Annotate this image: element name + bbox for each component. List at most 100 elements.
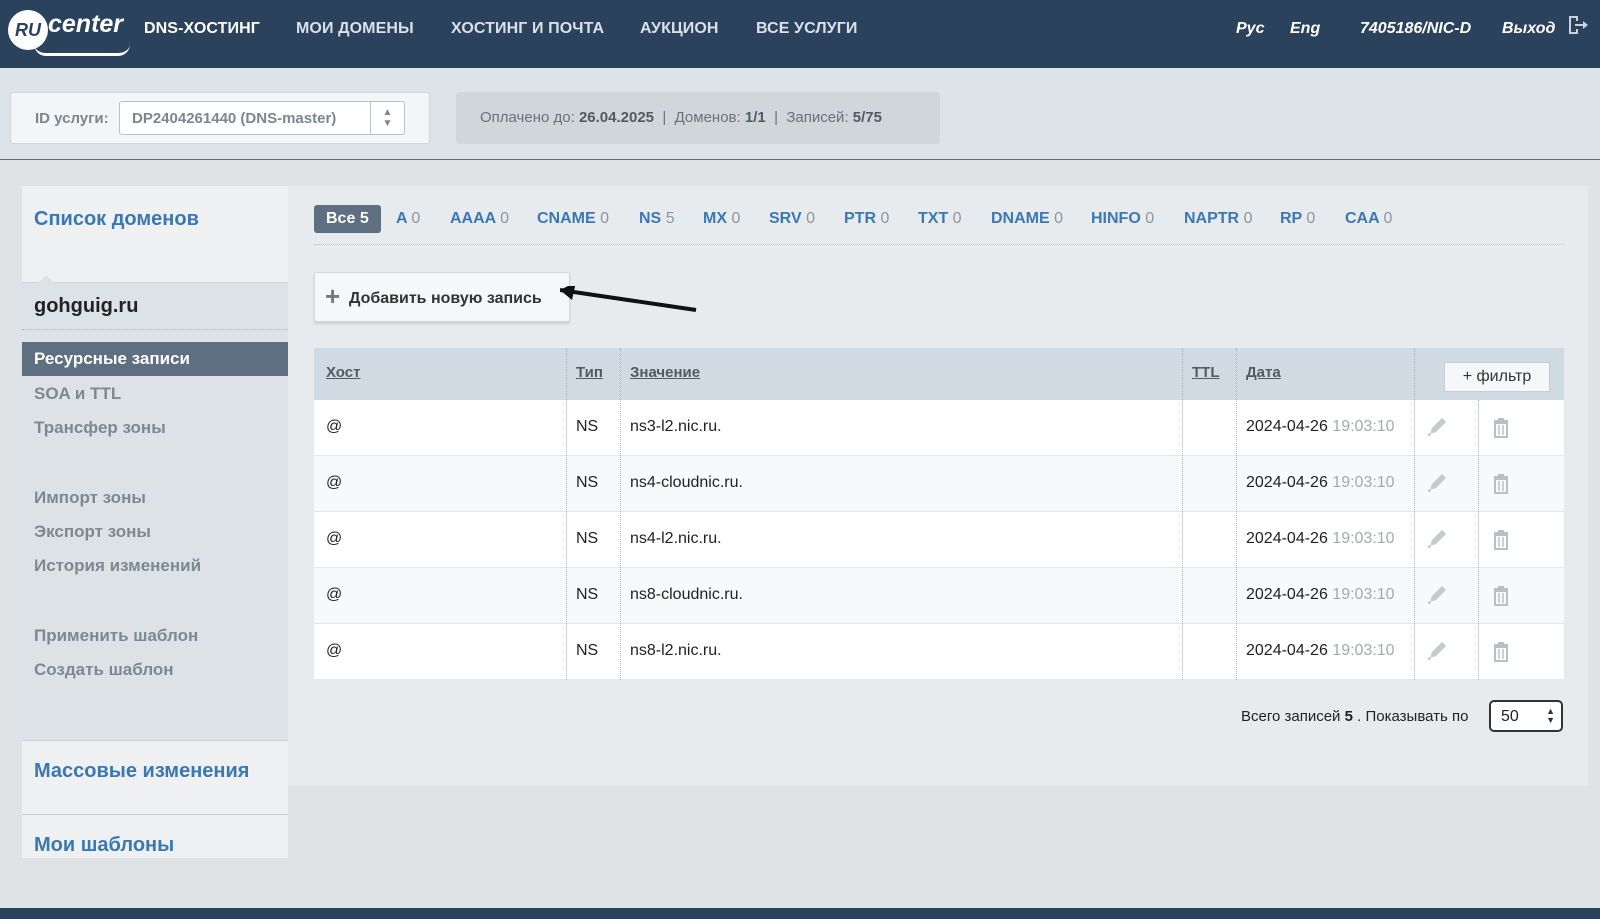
edit-pencil-icon[interactable] [1422, 524, 1452, 554]
logo-swoosh [34, 44, 130, 56]
records-value: 5/75 [852, 109, 882, 126]
tab-count: 0 [411, 210, 421, 227]
delete-trash-icon[interactable] [1486, 524, 1516, 554]
delete-trash-icon[interactable] [1486, 636, 1516, 666]
tab-label: HINFO [1091, 210, 1141, 227]
domains-value: 1/1 [744, 109, 766, 126]
sidebar-item-history[interactable]: История изменений [34, 556, 201, 576]
cell-value: ns8-cloudnic.ru. [630, 586, 743, 603]
column-divider [1182, 348, 1183, 680]
tab-count: 0 [1306, 210, 1316, 227]
delete-trash-icon[interactable] [1486, 412, 1516, 442]
cell-date-day: 2024-04-26 [1246, 418, 1328, 435]
tab-label: Все [326, 210, 356, 227]
cell-date-time: 19:03:10 [1332, 474, 1395, 491]
add-record-button[interactable]: + Добавить новую запись [314, 272, 570, 322]
delete-trash-icon[interactable] [1486, 468, 1516, 498]
column-divider [1414, 348, 1415, 680]
tab-srv[interactable]: SRV 0 [769, 205, 815, 233]
my-templates-link[interactable]: Мои шаблоны [34, 834, 174, 857]
logo-word: center [48, 10, 124, 38]
service-id-select[interactable]: DP2404261440 (DNS-master) ▲ ▼ [119, 101, 405, 135]
per-page-select[interactable]: 50 ▲ ▼ [1489, 700, 1563, 732]
edit-pencil-icon[interactable] [1422, 468, 1452, 498]
logout-link[interactable]: Выход [1502, 20, 1555, 38]
cell-date-time: 19:03:10 [1332, 530, 1395, 547]
service-summary: Оплачено до: 26.04.2025 | Доменов: 1/1 |… [456, 92, 940, 144]
header-date[interactable]: Дата [1246, 364, 1281, 381]
lang-en-link[interactable]: Eng [1290, 20, 1320, 38]
tab-count: 0 [952, 210, 962, 227]
domains-label: Доменов: [674, 109, 741, 126]
nav-my-domains[interactable]: МОИ ДОМЕНЫ [296, 20, 414, 38]
service-id-value: DP2404261440 (DNS-master) [132, 110, 337, 127]
column-divider [1478, 400, 1479, 680]
header-type[interactable]: Тип [576, 364, 603, 381]
header-ttl[interactable]: TTL [1192, 364, 1220, 381]
header-value[interactable]: Значение [630, 364, 700, 381]
cell-type: NS [576, 586, 599, 603]
account-link[interactable]: 7405186/NIC-D [1360, 20, 1471, 38]
nav-hosting-mail[interactable]: ХОСТИНГ И ПОЧТА [451, 20, 604, 38]
sidebar-item-apply-template[interactable]: Применить шаблон [34, 626, 198, 646]
tab-naptr[interactable]: NAPTR 0 [1184, 205, 1252, 233]
sidebar-item-zone-transfer[interactable]: Трансфер зоны [34, 418, 166, 438]
tab-all[interactable]: Все 5 [314, 205, 381, 233]
tab-count: 5 [665, 210, 675, 227]
sidebar-item-export-zone[interactable]: Экспорт зоны [34, 522, 151, 542]
total-label: Всего записей [1241, 708, 1341, 725]
tab-txt[interactable]: TXT 0 [918, 205, 962, 233]
tab-count: 0 [500, 210, 509, 227]
domain-name: gohguig.ru [34, 295, 139, 317]
edit-pencil-icon[interactable] [1422, 412, 1452, 442]
tab-count: 5 [359, 210, 369, 227]
tab-rp[interactable]: RP 0 [1280, 205, 1315, 233]
sidebar-item-resource-records[interactable]: Ресурсные записи [22, 342, 288, 376]
column-divider [620, 348, 621, 680]
table-row: @ NS ns8-l2.nic.ru. 2024-04-26 19:03:10 [314, 624, 1564, 680]
tab-caa[interactable]: CAA 0 [1345, 205, 1392, 233]
select-arrows-icon: ▲ ▼ [370, 102, 404, 134]
tab-dname[interactable]: DNAME 0 [991, 205, 1063, 233]
tab-cname[interactable]: CNAME 0 [537, 205, 609, 233]
cell-date-day: 2024-04-26 [1246, 642, 1328, 659]
cell-date-time: 19:03:10 [1332, 418, 1395, 435]
tab-count: 0 [731, 210, 741, 227]
delete-trash-icon[interactable] [1486, 580, 1516, 610]
tab-hinfo[interactable]: HINFO 0 [1091, 205, 1154, 233]
tab-aaaa[interactable]: AAAA 0 [450, 205, 509, 233]
cell-date: 2024-04-26 19:03:10 [1246, 474, 1395, 492]
edit-pencil-icon[interactable] [1422, 580, 1452, 610]
cell-type: NS [576, 530, 599, 547]
cell-date: 2024-04-26 19:03:10 [1246, 586, 1395, 604]
domain-notch [38, 275, 54, 283]
current-domain[interactable]: gohguig.ru [22, 275, 288, 330]
lang-ru-link[interactable]: Рус [1236, 20, 1264, 38]
tabs-divider [314, 244, 1564, 245]
cell-host: @ [326, 586, 343, 603]
tab-ns[interactable]: NS 5 [639, 205, 675, 233]
ru-center-logo[interactable]: RU center [8, 6, 130, 58]
sidebar-item-create-template[interactable]: Создать шаблон [34, 660, 174, 680]
arrow-shaft [560, 288, 697, 312]
nav-all-services[interactable]: ВСЕ УСЛУГИ [756, 20, 857, 38]
sidebar-item-import-zone[interactable]: Импорт зоны [34, 488, 146, 508]
logout-icon[interactable] [1566, 14, 1588, 36]
tab-mx[interactable]: MX 0 [703, 205, 740, 233]
mass-changes-link[interactable]: Массовые изменения [34, 760, 249, 783]
table-row: @ NS ns8-cloudnic.ru. 2024-04-26 19:03:1… [314, 568, 1564, 624]
paid-until-label: Оплачено до: [480, 109, 575, 126]
cell-date: 2024-04-26 19:03:10 [1246, 418, 1395, 436]
tab-ptr[interactable]: PTR 0 [844, 205, 889, 233]
sidebar-item-soa-ttl[interactable]: SOA и TTL [34, 384, 121, 404]
filter-button[interactable]: + фильтр [1444, 362, 1550, 392]
header-host[interactable]: Хост [326, 364, 360, 381]
nav-auction[interactable]: АУКЦИОН [640, 20, 719, 38]
add-record-label: Добавить новую запись [349, 290, 542, 307]
nav-dns-hosting[interactable]: DNS-ХОСТИНГ [144, 20, 260, 38]
tab-count: 0 [1145, 210, 1155, 227]
edit-pencil-icon[interactable] [1422, 636, 1452, 666]
domain-list-link[interactable]: Список доменов [34, 208, 199, 231]
total-count: 5 [1344, 708, 1353, 725]
tab-a[interactable]: A 0 [396, 205, 420, 233]
